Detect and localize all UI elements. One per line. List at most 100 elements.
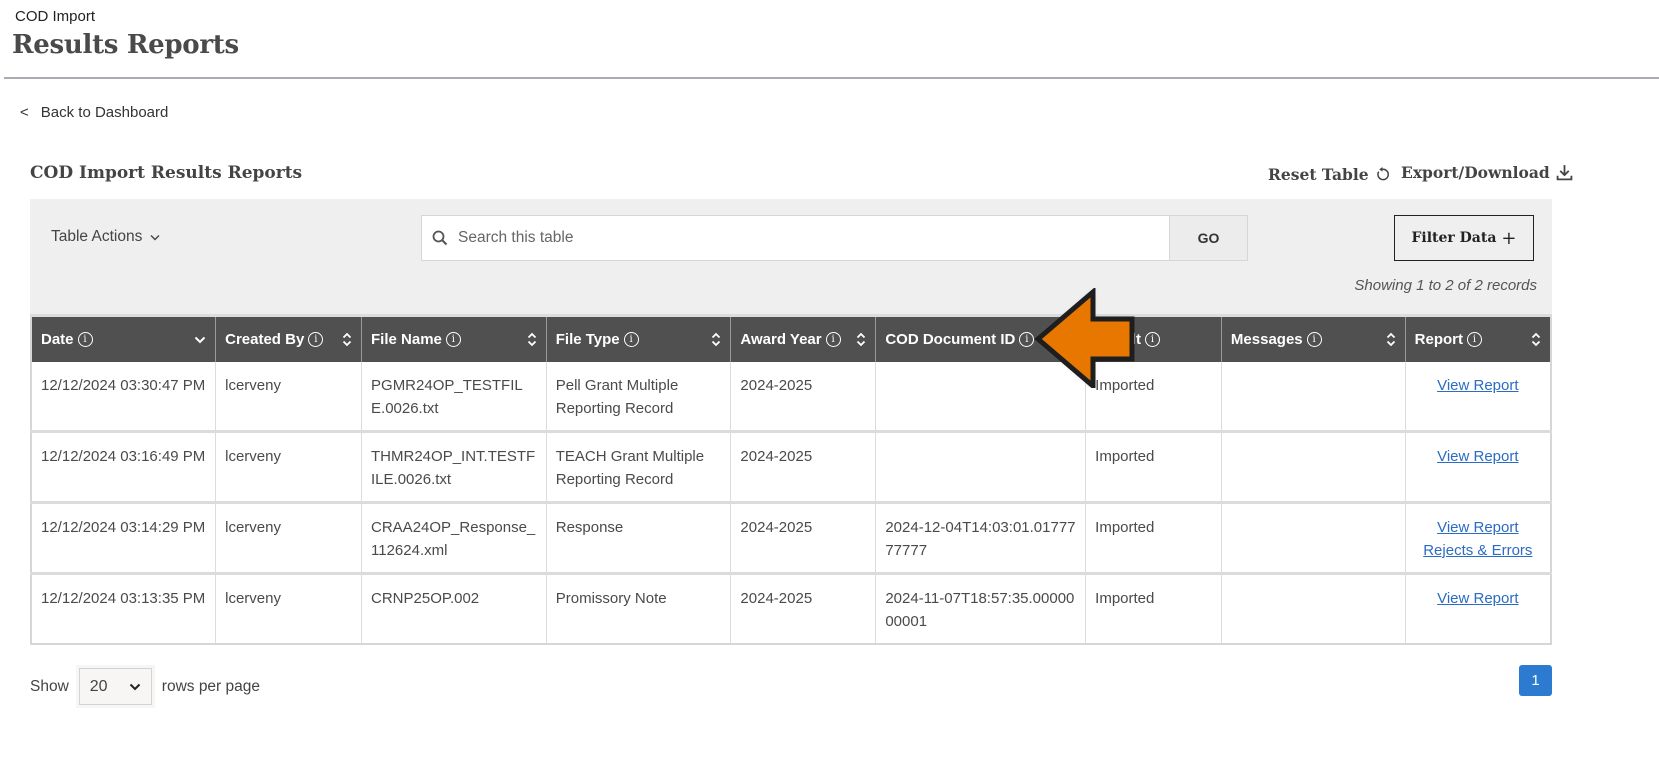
sort-icon[interactable] <box>711 332 721 347</box>
cell-messages <box>1221 430 1406 503</box>
cell-file-type: Promissory Note <box>546 572 732 644</box>
column-header-text: COD Document ID <box>885 331 1016 348</box>
show-label: Show <box>30 677 69 695</box>
results-table: Date i Created By i File Name i File Type i Awar… <box>30 317 1552 645</box>
column-header-text: Report <box>1414 331 1463 348</box>
cell-file-type: Response <box>546 501 732 574</box>
column-header-file-name[interactable]: File Name i <box>361 317 547 362</box>
cell-report: View Report <box>1405 430 1551 503</box>
column-header-label: File Type i <box>556 331 639 348</box>
column-header-file-type[interactable]: File Type i <box>546 317 732 362</box>
rows-per-page-select[interactable]: 20 <box>75 665 155 708</box>
chevron-down-icon <box>150 234 160 240</box>
cell-result: Imported <box>1085 430 1222 503</box>
reset-icon <box>1376 167 1389 181</box>
column-header-result: Result i <box>1085 317 1222 362</box>
table-toolbar: Table Actions GO Filter Data + Showing 1… <box>30 199 1552 317</box>
table-actions-label: Table Actions <box>51 228 143 245</box>
column-header-created-by[interactable]: Created By i <box>215 317 363 362</box>
title-divider <box>4 77 1659 79</box>
info-icon[interactable]: i <box>1145 332 1160 347</box>
section-title: COD Import Results Reports <box>30 163 303 183</box>
view-report-link[interactable]: View Report <box>1415 587 1541 610</box>
column-header-cod-document-id: COD Document ID i <box>875 317 1087 362</box>
page-1-button[interactable]: 1 <box>1519 665 1552 696</box>
column-header-messages[interactable]: Messages i <box>1221 317 1406 362</box>
page-title: Results Reports <box>12 30 239 60</box>
info-icon[interactable]: i <box>825 332 841 347</box>
info-icon[interactable]: i <box>308 332 324 347</box>
column-header-label: Created By i <box>225 331 324 348</box>
column-header-label: File Name i <box>371 331 461 348</box>
view-report-link[interactable]: View Report <box>1415 374 1541 397</box>
reset-table-label: Reset Table <box>1268 165 1369 184</box>
cell-cod-document-id <box>875 430 1087 503</box>
column-header-award-year[interactable]: Award Year i <box>730 317 877 362</box>
column-header-report[interactable]: Report i <box>1405 317 1551 362</box>
cell-file-type: TEACH Grant Multiple Reporting Record <box>546 430 732 503</box>
cell-file-name: THMR24OP_INT.TESTFILE.0026.txt <box>361 430 547 503</box>
search-icon <box>432 230 448 246</box>
table-row: 12/12/2024 03:13:35 PM lcerveny CRNP25OP.0… <box>31 572 1551 644</box>
cell-result: Imported <box>1085 572 1222 644</box>
cell-messages <box>1221 362 1406 432</box>
rows-per-page-label: rows per page <box>161 677 261 695</box>
back-to-dashboard-link[interactable]: < Back to Dashboard <box>20 104 168 121</box>
info-icon[interactable]: i <box>1466 332 1482 347</box>
sort-icon[interactable] <box>856 332 866 347</box>
column-header-date[interactable]: Date i <box>31 317 217 362</box>
export-download-label: Export/Download <box>1401 163 1550 182</box>
column-header-text: Award Year <box>740 331 822 348</box>
back-link-label: Back to Dashboard <box>40 104 169 121</box>
info-icon[interactable]: i <box>77 332 93 347</box>
search-input[interactable] <box>456 228 1136 248</box>
cell-date: 12/12/2024 03:14:29 PM <box>31 501 217 574</box>
info-icon[interactable]: i <box>445 332 461 347</box>
sort-icon[interactable] <box>527 332 537 347</box>
cell-file-name: CRNP25OP.002 <box>361 572 547 644</box>
cell-created-by: lcerveny <box>215 572 363 644</box>
column-header-text: File Type <box>555 331 620 348</box>
table-header-row: Date i Created By i File Name i File Type i Awar… <box>31 317 1551 362</box>
chevron-left-icon: < <box>20 104 29 121</box>
breadcrumb: COD Import <box>15 8 96 25</box>
column-header-text: Result <box>1095 331 1141 348</box>
column-header-label: Result i <box>1095 331 1160 348</box>
info-icon[interactable]: i <box>623 332 639 347</box>
cell-created-by: lcerveny <box>215 430 363 503</box>
chevron-down-icon <box>129 683 140 690</box>
column-header-text: Date <box>41 331 74 348</box>
sort-descending-icon[interactable] <box>194 336 206 344</box>
info-icon[interactable]: i <box>1306 332 1322 347</box>
cell-created-by: lcerveny <box>215 501 363 574</box>
go-button[interactable]: GO <box>1169 215 1248 261</box>
table-row: 12/12/2024 03:30:47 PM lcerveny PGMR24OP_T… <box>31 362 1551 432</box>
rejects-errors-link[interactable]: Rejects & Errors <box>1415 539 1541 562</box>
cell-file-type: Pell Grant Multiple Reporting Record <box>546 362 732 432</box>
download-icon <box>1556 165 1573 181</box>
filter-data-label: Filter Data <box>1411 230 1497 246</box>
search-box <box>421 215 1170 261</box>
view-report-link[interactable]: View Report <box>1415 516 1541 539</box>
cell-award-year: 2024-2025 <box>730 430 877 503</box>
cell-award-year: 2024-2025 <box>730 572 877 644</box>
sort-icon[interactable] <box>342 332 352 347</box>
reset-table-button[interactable]: Reset Table <box>1268 165 1390 184</box>
cell-cod-document-id: 2024-11-07T18:57:35.0000000001 <box>875 572 1087 644</box>
sort-icon[interactable] <box>1386 332 1396 347</box>
column-header-label: COD Document ID i <box>885 331 1035 348</box>
cell-messages <box>1221 501 1406 574</box>
sort-icon[interactable] <box>1531 332 1541 347</box>
export-download-button[interactable]: Export/Download <box>1401 163 1573 182</box>
cell-award-year: 2024-2025 <box>730 501 877 574</box>
cell-created-by: lcerveny <box>215 362 363 432</box>
table-actions-dropdown[interactable]: Table Actions <box>51 228 160 246</box>
view-report-link[interactable]: View Report <box>1415 445 1541 468</box>
filter-data-button[interactable]: Filter Data + <box>1394 215 1534 261</box>
cell-messages <box>1221 572 1406 644</box>
column-header-label: Messages i <box>1231 331 1322 348</box>
column-header-text: Created By <box>225 331 305 348</box>
cell-date: 12/12/2024 03:13:35 PM <box>31 572 217 644</box>
info-icon[interactable]: i <box>1019 332 1035 347</box>
cell-file-name: CRAA24OP_Response_112624.xml <box>361 501 547 574</box>
